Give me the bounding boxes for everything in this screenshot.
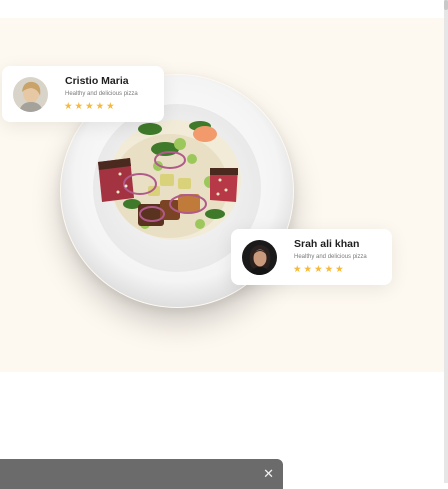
toast-bar: ✕	[0, 459, 283, 489]
star-icon: ★	[106, 101, 115, 112]
review-card: Srah ali khan Healthy and delicious pizz…	[231, 229, 392, 285]
reviewer-avatar	[13, 77, 48, 112]
review-card: Cristio Maria Healthy and delicious pizz…	[2, 66, 164, 122]
avatar-woman-dark-icon	[242, 240, 277, 275]
avatar-woman-light-icon	[13, 77, 48, 112]
scrollbar-thumb[interactable]	[444, 0, 448, 10]
page-scrollbar[interactable]	[444, 0, 448, 483]
star-icon: ★	[95, 101, 105, 112]
star-icon: ★	[64, 101, 73, 112]
star-icon: ★	[335, 264, 344, 275]
star-icon: ★	[293, 264, 302, 275]
reviewer-avatar	[242, 240, 277, 275]
star-icon: ★	[85, 101, 94, 112]
star-icon: ★	[74, 101, 84, 112]
close-icon[interactable]: ✕	[263, 468, 274, 481]
star-icon: ★	[314, 264, 323, 275]
reviewer-subtitle: Healthy and delicious pizza	[65, 91, 138, 97]
star-icon: ★	[303, 264, 313, 275]
reviewer-subtitle: Healthy and delicious pizza	[294, 254, 367, 260]
reviewer-name: Cristio Maria	[65, 75, 129, 87]
star-rating: ★ ★ ★ ★ ★	[64, 102, 115, 112]
reviewer-name: Srah ali khan	[294, 238, 360, 250]
star-icon: ★	[324, 264, 334, 275]
star-rating: ★ ★ ★ ★ ★	[293, 265, 344, 275]
